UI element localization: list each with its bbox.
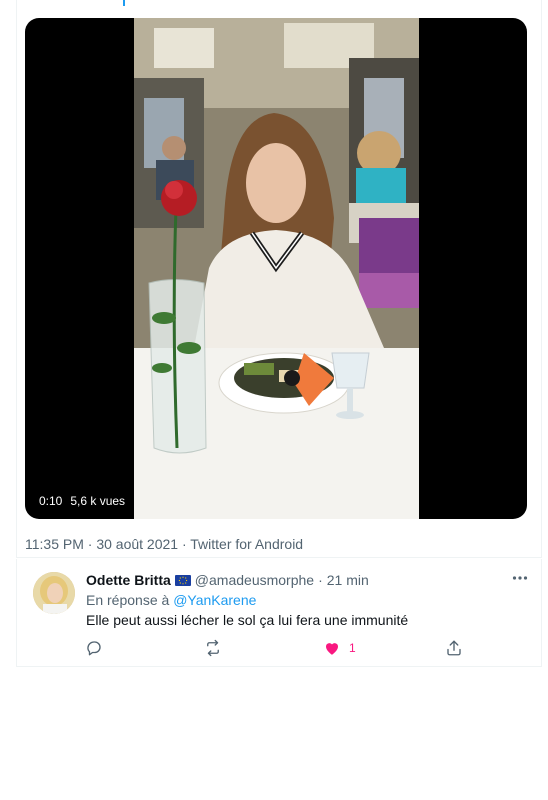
video-stats: 0:10 5,6 k vues (39, 494, 125, 508)
tweet-timestamp[interactable]: 11:35 PM · 30 août 2021 · Twitter for An… (25, 536, 303, 552)
like-count: 1 (349, 641, 356, 655)
eu-flag-icon (174, 574, 191, 586)
video-views: 5,6 k vues (70, 494, 126, 508)
more-icon[interactable] (509, 567, 531, 589)
reply-context: En réponse à @YanKarene (86, 592, 256, 608)
action-bar: 1 (77, 637, 477, 659)
reply-time[interactable]: 21 min (327, 572, 369, 588)
share-icon (447, 640, 461, 656)
author-handle[interactable]: @amadeusmorphe (195, 572, 314, 588)
retweet-icon (207, 639, 219, 657)
like-icon (326, 643, 338, 655)
author-name[interactable]: Odette Britta (86, 572, 171, 588)
reply-mention-link[interactable]: @YanKarene (173, 592, 256, 608)
reply-button[interactable] (85, 637, 103, 659)
video-duration: 0:10 (39, 494, 63, 508)
separator: · (318, 572, 323, 588)
avatar[interactable] (33, 572, 75, 614)
video-frame[interactable] (134, 18, 419, 519)
reply-header: Odette Britta @amadeusmorphe · 21 min (86, 572, 369, 588)
reply-text: Elle peut aussi lécher le sol ça lui fer… (86, 612, 409, 628)
like-button[interactable]: 1 (323, 637, 356, 659)
reply-icon (87, 641, 101, 656)
video-player[interactable]: 0:10 5,6 k vues (25, 18, 527, 519)
reply-prefix: En réponse à (86, 592, 170, 608)
retweet-button[interactable] (204, 637, 222, 659)
share-button[interactable] (445, 637, 463, 659)
reply-tweet[interactable]: Odette Britta @amadeusmorphe · 21 min En… (16, 559, 542, 667)
